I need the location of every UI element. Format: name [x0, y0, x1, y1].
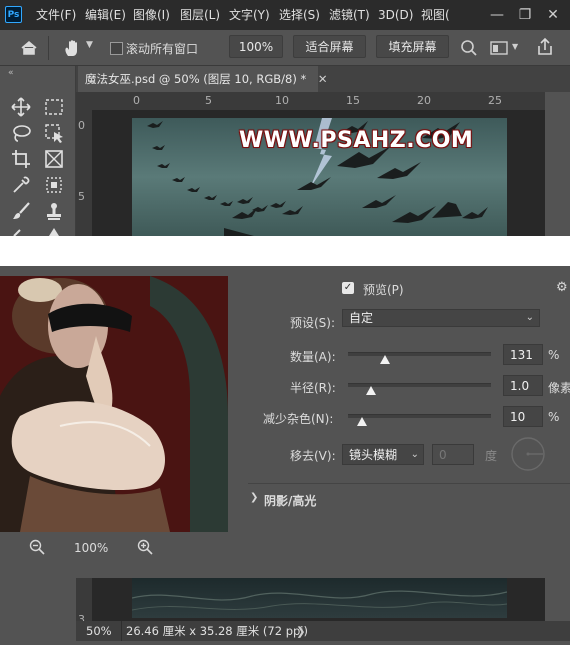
right-panel-strip [545, 92, 570, 236]
home-icon[interactable] [20, 40, 38, 56]
search-icon[interactable] [460, 39, 478, 57]
chevron-down-icon: ⌄ [410, 449, 419, 460]
ruler-tick: 10 [275, 94, 289, 107]
share-icon[interactable] [536, 37, 554, 57]
crop-tool-icon[interactable] [10, 148, 32, 170]
chevron-down-icon[interactable]: ▼ [86, 40, 93, 50]
preset-label: 预设(S): [290, 316, 336, 330]
eraser-tool-icon[interactable] [43, 228, 65, 236]
chevron-right-icon[interactable]: ❯ [250, 492, 258, 503]
ruler-tick: 15 [346, 94, 360, 107]
fill-screen-button[interactable]: 填充屏幕 [376, 35, 449, 58]
menu-layer[interactable]: 图层(L) [180, 0, 220, 30]
preview-label: 预览(P) [363, 283, 404, 297]
brush-tool-icon[interactable] [10, 200, 32, 222]
menu-3d[interactable]: 3D(D) [378, 0, 413, 30]
radius-field[interactable]: 1.0 [503, 375, 543, 396]
preset-value: 自定 [349, 311, 374, 325]
divider [248, 483, 570, 484]
close-tab-icon[interactable]: ✕ [318, 72, 328, 86]
collapse-panel-icon[interactable]: « [8, 68, 14, 78]
workspace-icon[interactable] [490, 40, 508, 56]
scroll-all-label: 滚动所有窗口 [126, 42, 199, 56]
menu-filter[interactable]: 滤镜(T) [329, 0, 370, 30]
move-tool-icon[interactable] [10, 96, 32, 118]
clone-stamp-tool-icon[interactable] [43, 200, 65, 222]
preset-select[interactable]: 自定 ⌄ [342, 309, 540, 327]
reduce-noise-slider-track[interactable] [348, 414, 491, 418]
close-window-icon[interactable]: ✕ [538, 0, 568, 30]
remove-value: 镜头模糊 [349, 448, 398, 462]
zoom-in-icon[interactable] [137, 539, 153, 555]
radius-slider-thumb[interactable] [365, 386, 376, 395]
reduce-noise-label: 减少杂色(N): [263, 412, 334, 426]
status-doc-size: 26.46 厘米 x 35.28 厘米 (72 ppi) [126, 624, 308, 638]
chevron-down-icon: ⌄ [525, 312, 534, 323]
watermark-text: WWW.PSAHZ.COM [239, 128, 474, 153]
menu-edit[interactable]: 编辑(E) [85, 0, 126, 30]
amount-slider-track[interactable] [348, 352, 491, 356]
remove-select[interactable]: 镜头模糊 ⌄ [342, 444, 424, 465]
reduce-noise-unit: % [548, 410, 560, 424]
photoshop-logo-icon[interactable]: Ps [5, 6, 22, 23]
amount-field[interactable]: 131 [503, 344, 543, 365]
divider [121, 621, 122, 641]
document-image-bottom[interactable] [131, 578, 508, 618]
workspace-chevron-icon[interactable]: ▼ [512, 42, 518, 51]
zoom-out-icon[interactable] [29, 539, 45, 555]
spot-healing-tool-icon[interactable] [43, 174, 65, 196]
angle-dial-icon[interactable] [510, 436, 546, 472]
ruler-tick: 20 [417, 94, 431, 107]
menu-type[interactable]: 文字(Y) [229, 0, 270, 30]
hand-tool-icon[interactable] [62, 38, 82, 58]
ruler-tick: 5 [78, 190, 85, 203]
screenshot-gap [0, 236, 570, 266]
amount-label: 数量(A): [290, 350, 336, 364]
angle-unit: 度 [485, 449, 498, 463]
ruler-tick: 0 [78, 119, 85, 132]
reduce-noise-field[interactable]: 10 [503, 406, 543, 427]
shadows-highlights-toggle[interactable]: 阴影/高光 [264, 492, 316, 509]
zoom-field[interactable]: 100% [229, 35, 283, 58]
divider [48, 36, 49, 60]
minimize-icon[interactable]: — [482, 0, 512, 30]
fit-screen-button[interactable]: 适合屏幕 [293, 35, 366, 58]
marquee-tool-icon[interactable] [43, 96, 65, 118]
scroll-all-checkbox[interactable] [110, 42, 123, 55]
settings-gear-icon[interactable]: ⚙ [556, 280, 568, 295]
preview-zoom-value: 100% [74, 541, 109, 555]
remove-label: 移去(V): [290, 449, 336, 463]
status-menu-chevron-icon[interactable]: ❯ [296, 621, 306, 641]
ruler-tick: 5 [205, 94, 212, 107]
ruler-tick: 25 [488, 94, 502, 107]
reduce-noise-slider-thumb[interactable] [357, 417, 368, 426]
frame-tool-icon[interactable] [43, 148, 65, 170]
angle-field[interactable]: 0 [432, 444, 474, 465]
status-bar: 50% 26.46 厘米 x 35.28 厘米 (72 ppi) ❯ [76, 621, 570, 641]
eyedropper-tool-icon[interactable] [10, 174, 32, 196]
document-tab-title: 魔法女巫.psd @ 50% (图层 10, RGB/8) * [85, 72, 307, 86]
status-zoom[interactable]: 50% [86, 621, 112, 641]
restore-icon[interactable]: ❐ [510, 0, 540, 30]
radius-unit: 像素 [548, 381, 570, 395]
menu-view[interactable]: 视图( [421, 0, 453, 30]
menu-file[interactable]: 文件(F) [36, 0, 76, 30]
menu-image[interactable]: 图像(I) [133, 0, 170, 30]
amount-unit: % [548, 348, 560, 362]
filter-preview-image[interactable] [0, 276, 228, 532]
preview-checkbox[interactable]: ✓ [342, 282, 354, 294]
radius-label: 半径(R): [290, 381, 336, 395]
document-image[interactable]: WWW.PSAHZ.COM [132, 118, 507, 236]
amount-slider-thumb[interactable] [380, 355, 391, 364]
lasso-tool-icon[interactable] [10, 122, 32, 144]
ruler-tick: 0 [133, 94, 140, 107]
document-tab[interactable]: 魔法女巫.psd @ 50% (图层 10, RGB/8) * ✕ [78, 66, 328, 92]
woman-portrait-illustration [0, 276, 228, 532]
object-selection-tool-icon[interactable] [43, 122, 65, 144]
menu-select[interactable]: 选择(S) [279, 0, 320, 30]
history-brush-tool-icon[interactable] [10, 228, 32, 236]
water-texture-illustration [131, 590, 508, 611]
